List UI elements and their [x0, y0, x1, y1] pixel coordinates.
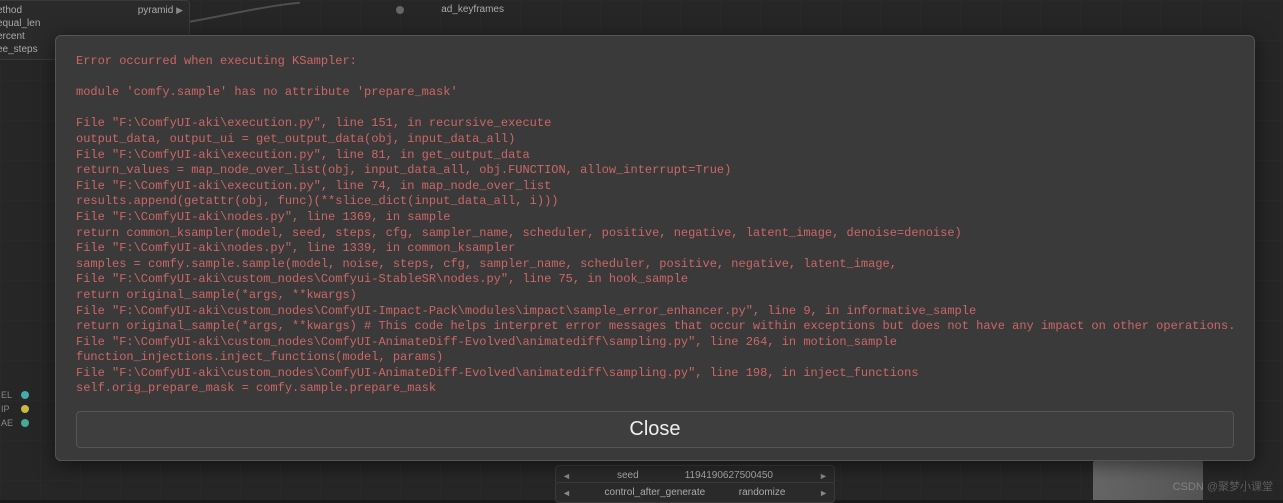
port-el[interactable]: EL — [1, 388, 29, 402]
param-equal-len[interactable]: equal_len — [0, 17, 183, 30]
bg-node-ad-keyframes[interactable]: ad_keyframes — [390, 0, 510, 19]
bg-node-output-ports: EL IP AE — [0, 385, 35, 433]
preview-thumbnail — [1093, 460, 1203, 500]
chevron-left-icon: ◄ — [562, 488, 571, 498]
param-method[interactable]: ethod pyramid ▶ — [0, 4, 183, 17]
param-value: pyramid — [138, 5, 174, 16]
error-traceback: Error occurred when executing KSampler: … — [76, 54, 1234, 397]
port-ae[interactable]: AE — [1, 416, 29, 430]
port-dot-icon — [396, 6, 404, 14]
port-dot-icon — [21, 391, 29, 399]
error-dialog: Error occurred when executing KSampler: … — [55, 35, 1255, 461]
port-ip[interactable]: IP — [1, 402, 29, 416]
play-icon: ▶ — [176, 5, 183, 15]
chevron-right-icon: ► — [819, 471, 828, 481]
close-button[interactable]: Close — [76, 411, 1234, 448]
param-label: ethod — [0, 5, 22, 16]
chevron-left-icon: ◄ — [562, 471, 571, 481]
port-dot-icon — [21, 405, 29, 413]
port-dot-icon — [21, 419, 29, 427]
chevron-right-icon: ► — [819, 488, 828, 498]
